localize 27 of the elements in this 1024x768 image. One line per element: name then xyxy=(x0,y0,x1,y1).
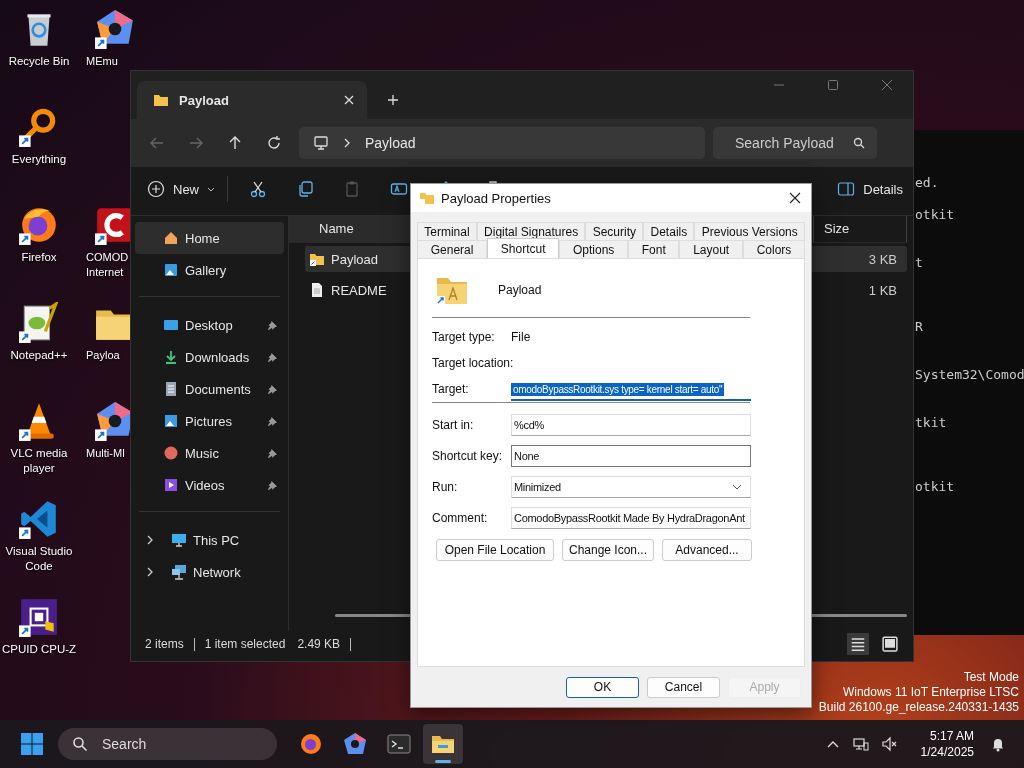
selection-status: 1 item selected xyxy=(204,637,286,651)
shortcut-name: Payload xyxy=(498,283,542,297)
selection-size: 2.49 KB xyxy=(297,637,341,651)
field-label: Shortcut key: xyxy=(432,448,504,463)
file-size: 3 KB xyxy=(867,251,897,267)
terminal-line: System32\Comod xyxy=(915,367,1024,383)
file-name: README xyxy=(331,282,387,298)
field-label: Start in: xyxy=(432,417,475,432)
field-label: Target type: xyxy=(432,330,496,344)
dialog-title: Payload Properties xyxy=(441,190,551,206)
terminal-line: t xyxy=(915,255,924,271)
terminal-line: otkit xyxy=(915,207,956,223)
field-label: Comment: xyxy=(432,510,489,525)
field-label: Target location: xyxy=(432,356,511,370)
system-info-text: Build 26100.ge_release.240331-1435 xyxy=(818,700,1019,715)
terminal-line: otkit xyxy=(915,479,956,495)
field-value: File xyxy=(511,330,531,344)
file-name: Payload xyxy=(331,251,378,267)
file-size: 1 KB xyxy=(867,282,897,298)
terminal-line: R xyxy=(915,319,924,335)
terminal-line: ed. xyxy=(915,175,940,191)
system-info-text: Windows 11 IoT Enterprise LTSC xyxy=(842,685,1019,700)
terminal-line: tkit xyxy=(915,415,948,431)
field-label: Target: xyxy=(432,382,470,396)
system-info-text: Test Mode xyxy=(963,670,1019,685)
item-count: 2 items xyxy=(145,637,184,651)
field-label: Run: xyxy=(432,479,459,494)
